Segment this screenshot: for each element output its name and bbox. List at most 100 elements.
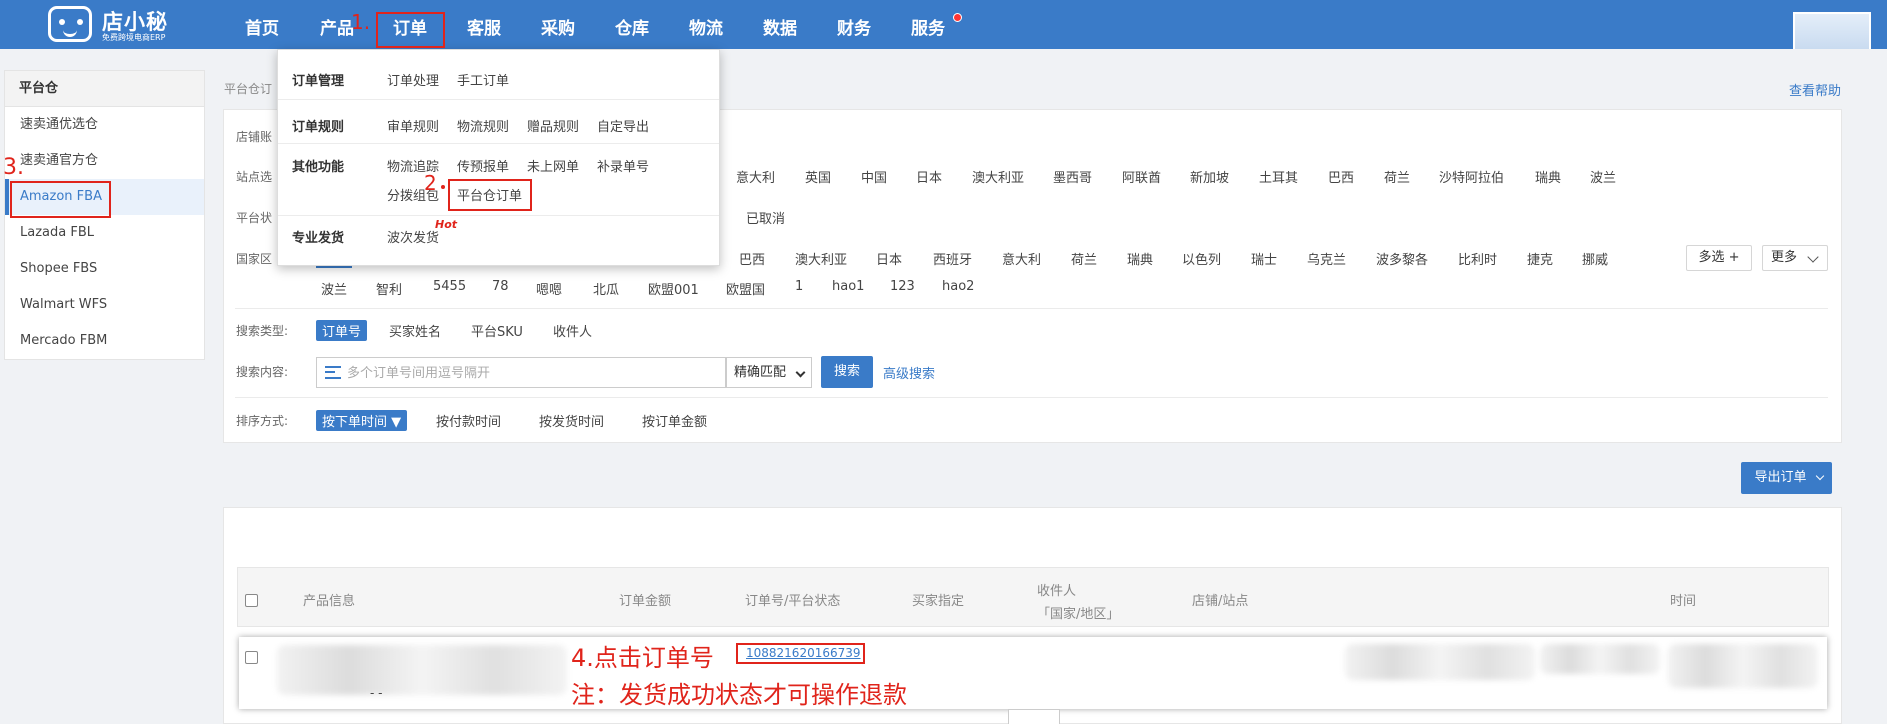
search-button[interactable]: 搜索 xyxy=(821,356,873,388)
country-option-poland[interactable]: 波兰 xyxy=(321,279,347,298)
blurred-site-info xyxy=(1540,644,1660,674)
country-option-hao1[interactable]: hao1 xyxy=(832,279,864,294)
menu-section-order-rules: 订单规则 xyxy=(292,120,345,135)
menu-item-review-rules[interactable]: 审单规则 xyxy=(387,116,439,135)
country-option-sweden[interactable]: 瑞典 xyxy=(1127,249,1153,268)
country-option-chile[interactable]: 智利 xyxy=(376,279,402,298)
search-type-platform-sku[interactable]: 平台SKU xyxy=(471,321,523,340)
list-icon xyxy=(325,366,341,379)
sort-option-order-time[interactable]: 按下单时间 ▼ xyxy=(316,410,408,431)
menu-item-gift-rules[interactable]: 赠品规则 xyxy=(527,116,579,135)
nav-warehouse[interactable]: 仓库 xyxy=(615,0,649,49)
search-type-recipient[interactable]: 收件人 xyxy=(553,321,592,340)
nav-home[interactable]: 首页 xyxy=(245,0,279,49)
hot-badge: Hot xyxy=(435,218,458,231)
search-type-order-no[interactable]: 订单号 xyxy=(316,320,368,341)
select-all-checkbox[interactable] xyxy=(245,594,258,607)
country-option-78[interactable]: 78 xyxy=(492,279,509,294)
country-option-ukraine[interactable]: 乌克兰 xyxy=(1307,249,1346,268)
country-option-israel[interactable]: 以色列 xyxy=(1182,249,1221,268)
country-option-czech[interactable]: 捷克 xyxy=(1527,249,1553,268)
row-expand-tab[interactable] xyxy=(1008,709,1060,724)
country-option-123[interactable]: 123 xyxy=(890,279,915,294)
site-option-uk[interactable]: 英国 xyxy=(805,167,831,186)
site-option-italy[interactable]: 意大利 xyxy=(736,167,775,186)
country-option-enen[interactable]: 嗯嗯 xyxy=(536,279,562,298)
nav-finance[interactable]: 财务 xyxy=(837,0,871,49)
sidebar-item-walmart-wfs[interactable]: Walmart WFS xyxy=(5,287,204,323)
country-option-norway[interactable]: 挪威 xyxy=(1582,249,1608,268)
country-option-switzerland[interactable]: 瑞士 xyxy=(1251,249,1277,268)
site-option-turkey[interactable]: 土耳其 xyxy=(1259,167,1298,186)
sort-option-order-amount[interactable]: 按订单金额 xyxy=(642,411,707,430)
advanced-search-link[interactable]: 高级搜索 xyxy=(883,363,935,382)
sidebar-item-aliexpress-choice[interactable]: 速卖通优选仓 xyxy=(5,107,204,143)
order-dropdown-menu: 订单管理 订单处理 手工订单 订单规则 审单规则 物流规则 赠品规则 自定导出 … xyxy=(277,49,720,266)
country-option-italy[interactable]: 意大利 xyxy=(1002,249,1041,268)
country-option-japan[interactable]: 日本 xyxy=(876,249,902,268)
search-type-buyer-name[interactable]: 买家姓名 xyxy=(389,321,441,340)
sidebar-item-shopee-fbs[interactable]: Shopee FBS xyxy=(5,251,204,287)
export-orders-button[interactable]: 导出订单 xyxy=(1741,462,1832,494)
top-nav-bar: 店小秘 免费跨境电商ERP 首页 产品 订单 客服 采购 仓库 物流 数据 财务… xyxy=(0,0,1887,49)
site-option-brazil[interactable]: 巴西 xyxy=(1328,167,1354,186)
user-avatar[interactable] xyxy=(1793,12,1871,49)
nav-service[interactable]: 服务 xyxy=(911,0,945,49)
menu-item-manual-order[interactable]: 手工订单 xyxy=(457,70,509,89)
site-option-netherlands[interactable]: 荷兰 xyxy=(1384,167,1410,186)
country-option-australia[interactable]: 澳大利亚 xyxy=(795,249,847,268)
site-option-china[interactable]: 中国 xyxy=(861,167,887,186)
menu-item-platform-warehouse-order[interactable]: 平台仓订单 xyxy=(457,185,522,204)
country-option-puerto-rico[interactable]: 波多黎各 xyxy=(1376,249,1428,268)
menu-item-order-processing[interactable]: 订单处理 xyxy=(387,70,439,89)
export-orders-label: 导出订单 xyxy=(1754,470,1807,485)
menu-item-custom-export[interactable]: 自定导出 xyxy=(597,116,649,135)
nav-customer-service[interactable]: 客服 xyxy=(467,0,501,49)
sidebar-item-lazada-fbl[interactable]: Lazada FBL xyxy=(5,215,204,251)
site-option-poland[interactable]: 波兰 xyxy=(1590,167,1616,186)
more-button[interactable]: 更多 xyxy=(1762,245,1828,271)
country-option-spain[interactable]: 西班牙 xyxy=(933,249,972,268)
country-option-eu[interactable]: 欧盟国 xyxy=(726,279,765,298)
nav-logistics[interactable]: 物流 xyxy=(689,0,723,49)
search-input[interactable] xyxy=(347,363,717,383)
multi-select-button[interactable]: 多选 + xyxy=(1686,245,1752,271)
sort-option-ship-time[interactable]: 按发货时间 xyxy=(539,411,604,430)
sidebar-item-amazon-fba[interactable]: Amazon FBA xyxy=(5,179,204,215)
nav-product[interactable]: 产品 xyxy=(320,0,354,49)
header-product-info: 产品信息 xyxy=(303,594,356,609)
status-option-cancelled[interactable]: 已取消 xyxy=(746,208,785,227)
help-link[interactable]: 查看帮助 xyxy=(1789,80,1841,99)
country-option-netherlands[interactable]: 荷兰 xyxy=(1071,249,1097,268)
menu-item-upload-forecast[interactable]: 传预报单 xyxy=(457,156,509,175)
menu-item-not-online[interactable]: 未上网单 xyxy=(527,156,579,175)
order-number-link[interactable]: 108821620166739 xyxy=(746,646,861,660)
row-checkbox[interactable] xyxy=(245,651,258,664)
menu-item-logistics-rules[interactable]: 物流规则 xyxy=(457,116,509,135)
app-logo[interactable]: 店小秘 免费跨境电商ERP xyxy=(46,4,176,44)
site-option-mexico[interactable]: 墨西哥 xyxy=(1053,167,1092,186)
site-option-australia[interactable]: 澳大利亚 xyxy=(972,167,1024,186)
country-option-beigua[interactable]: 北瓜 xyxy=(593,279,619,298)
sidebar-item-aliexpress-official[interactable]: 速卖通官方仓 xyxy=(5,143,204,179)
site-option-saudi[interactable]: 沙特阿拉伯 xyxy=(1439,167,1504,186)
sidebar-item-mercado-fbm[interactable]: Mercado FBM xyxy=(5,323,204,359)
nav-data[interactable]: 数据 xyxy=(763,0,797,49)
country-option-1[interactable]: 1 xyxy=(795,279,803,294)
site-option-uae[interactable]: 阿联酋 xyxy=(1122,167,1161,186)
site-option-japan[interactable]: 日本 xyxy=(916,167,942,186)
menu-item-supplement-tracking[interactable]: 补录单号 xyxy=(597,156,649,175)
nav-order[interactable]: 订单 xyxy=(393,0,427,49)
site-option-singapore[interactable]: 新加坡 xyxy=(1190,167,1229,186)
site-option-sweden[interactable]: 瑞典 xyxy=(1535,167,1561,186)
match-mode-select[interactable]: 精确匹配 xyxy=(726,357,812,388)
country-option-5455[interactable]: 5455 xyxy=(433,279,466,294)
country-option-eu001[interactable]: 欧盟001 xyxy=(648,279,699,298)
sort-option-payment-time[interactable]: 按付款时间 xyxy=(436,411,501,430)
menu-item-batch-shipping[interactable]: 波次发货 xyxy=(387,227,439,246)
annotation-step2-dot xyxy=(441,185,445,189)
country-option-belgium[interactable]: 比利时 xyxy=(1458,249,1497,268)
country-option-brazil[interactable]: 巴西 xyxy=(739,249,765,268)
country-option-hao2[interactable]: hao2 xyxy=(942,279,974,294)
nav-purchase[interactable]: 采购 xyxy=(541,0,575,49)
